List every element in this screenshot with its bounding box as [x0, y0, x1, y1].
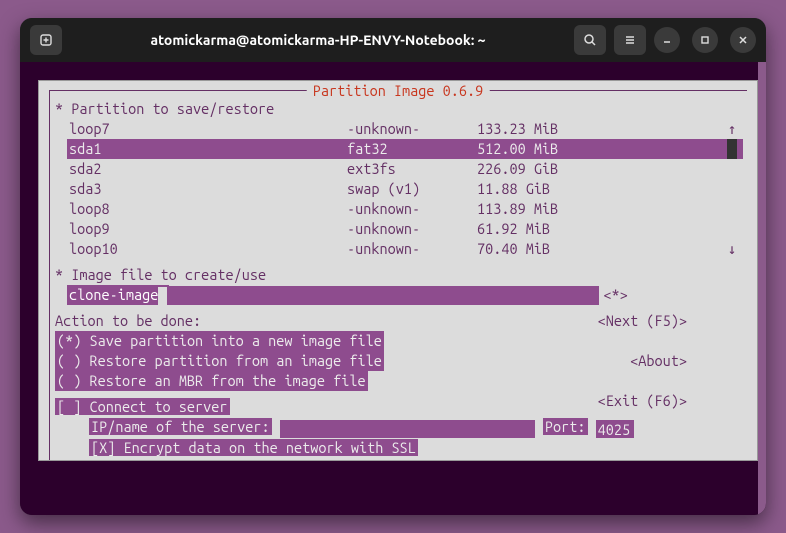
- image-file-input[interactable]: clone-image: [67, 285, 169, 305]
- port-input[interactable]: 4025: [596, 420, 634, 438]
- partition-row[interactable]: loop7 -unknown- 133.23 MiB: [67, 119, 743, 139]
- partition-row[interactable]: loop9 -unknown- 61.92 MiB: [67, 219, 743, 239]
- close-button[interactable]: [730, 27, 756, 53]
- port-label: Port:: [543, 418, 588, 435]
- exit-button[interactable]: <Exit (F6)>: [598, 391, 687, 411]
- action-restore-radio[interactable]: ( ) Restore partition from an image file: [55, 351, 384, 371]
- search-button[interactable]: [574, 25, 606, 55]
- partition-row[interactable]: loop8 -unknown- 113.89 MiB: [67, 199, 743, 219]
- partition-row[interactable]: sda3 swap (v1) 11.88 GiB: [67, 179, 743, 199]
- minimize-button[interactable]: [654, 27, 680, 53]
- arrow-up-icon[interactable]: ↑: [728, 119, 737, 139]
- text-cursor: [158, 287, 167, 305]
- partimage-dialog: Partition Image 0.6.9 * Partition to sav…: [38, 80, 758, 461]
- image-marker: <*>: [603, 285, 627, 305]
- server-input[interactable]: [280, 420, 535, 438]
- partition-section-header: * Partition to save/restore: [55, 99, 743, 119]
- titlebar: atomickarma@atomickarma-HP-ENVY-Notebook…: [20, 18, 766, 62]
- next-button[interactable]: <Next (F5)>: [598, 311, 687, 331]
- partition-row[interactable]: sda2 ext3fs 226.09 GiB: [67, 159, 743, 179]
- arrow-down-icon[interactable]: ↓: [728, 239, 737, 259]
- server-label: IP/name of the server:: [89, 418, 272, 435]
- ssl-checkbox[interactable]: [X] Encrypt data on the network with SSL: [89, 439, 418, 456]
- window-title: atomickarma@atomickarma-HP-ENVY-Notebook…: [70, 32, 566, 48]
- partition-scrollbar[interactable]: ↑ ↓: [725, 119, 739, 259]
- connect-server-checkbox[interactable]: [ ] Connect to server: [55, 398, 230, 415]
- maximize-button[interactable]: [692, 27, 718, 53]
- dialog-title: Partition Image 0.6.9: [307, 81, 490, 101]
- terminal-content: Partition Image 0.6.9 * Partition to sav…: [20, 62, 766, 515]
- about-button[interactable]: <About>: [630, 351, 687, 371]
- new-tab-button[interactable]: [30, 25, 62, 55]
- partition-list[interactable]: loop7 -unknown- 133.23 MiB sda1 fat32 51…: [67, 119, 743, 259]
- partition-row[interactable]: sda1 fat32 512.00 MiB: [67, 139, 743, 159]
- terminal-window: atomickarma@atomickarma-HP-ENVY-Notebook…: [20, 18, 766, 515]
- action-restore-mbr-radio[interactable]: ( ) Restore an MBR from the image file: [55, 371, 368, 391]
- menu-button[interactable]: [614, 25, 646, 55]
- image-section-header: * Image file to create/use: [55, 265, 743, 285]
- action-save-radio[interactable]: (*) Save partition into a new image file: [55, 331, 384, 351]
- partition-row[interactable]: loop10 -unknown- 70.40 MiB: [67, 239, 743, 259]
